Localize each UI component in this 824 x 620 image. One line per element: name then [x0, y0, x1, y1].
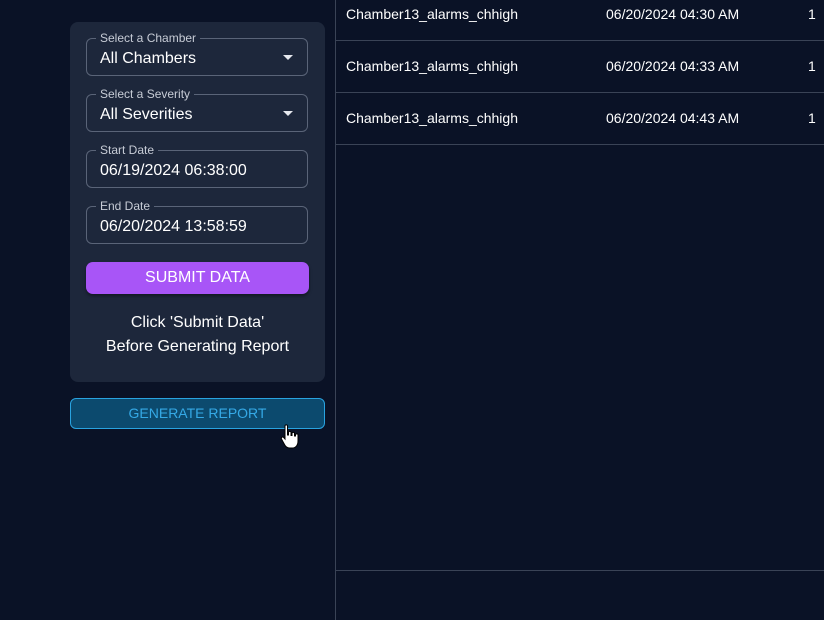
severity-select-label: Select a Severity [96, 87, 195, 101]
alarm-time: 06/20/2024 04:43 AM [606, 110, 740, 126]
end-date-value[interactable]: 06/20/2024 13:58:59 [100, 217, 247, 237]
submit-data-button[interactable]: SUBMIT DATA [86, 262, 309, 294]
end-date-label: End Date [96, 199, 155, 213]
results-table: Chamber13_alarms_chhigh 06/20/2024 04:30… [335, 0, 824, 620]
submit-hint: Click 'Submit Data' Before Generating Re… [70, 311, 325, 359]
table-row[interactable]: Chamber13_alarms_chhigh 06/20/2024 04:30… [336, 0, 824, 41]
alarm-count: 1 [808, 58, 816, 74]
submit-hint-line1: Click 'Submit Data' [130, 314, 265, 331]
alarm-name: Chamber13_alarms_chhigh [346, 110, 518, 126]
severity-select[interactable]: Select a Severity All Severities [86, 87, 308, 132]
submit-hint-line2: Before Generating Report [105, 338, 290, 355]
table-row[interactable]: Chamber13_alarms_chhigh 06/20/2024 04:43… [336, 92, 824, 145]
alarm-time: 06/20/2024 04:33 AM [606, 58, 740, 74]
chevron-down-icon[interactable] [283, 111, 293, 116]
filter-panel: Select a Chamber All Chambers Select a S… [70, 22, 325, 382]
table-footer-divider [336, 570, 824, 571]
hand-cursor-icon [280, 424, 299, 449]
chevron-down-icon[interactable] [283, 55, 293, 60]
alarm-time: 06/20/2024 04:30 AM [606, 6, 740, 22]
start-date-value[interactable]: 06/19/2024 06:38:00 [100, 161, 247, 181]
severity-select-value: All Severities [100, 106, 193, 123]
alarm-name: Chamber13_alarms_chhigh [346, 58, 518, 74]
end-date-field[interactable]: End Date 06/20/2024 13:58:59 [86, 199, 308, 244]
alarm-count: 1 [808, 6, 816, 22]
alarm-count: 1 [808, 110, 816, 126]
chamber-select-value: All Chambers [100, 50, 197, 67]
alarm-name: Chamber13_alarms_chhigh [346, 6, 518, 22]
table-row[interactable]: Chamber13_alarms_chhigh 06/20/2024 04:33… [336, 40, 824, 93]
chamber-select-label: Select a Chamber [96, 31, 201, 45]
start-date-field[interactable]: Start Date 06/19/2024 06:38:00 [86, 143, 308, 188]
chamber-select[interactable]: Select a Chamber All Chambers [86, 31, 308, 76]
start-date-label: Start Date [96, 143, 159, 157]
